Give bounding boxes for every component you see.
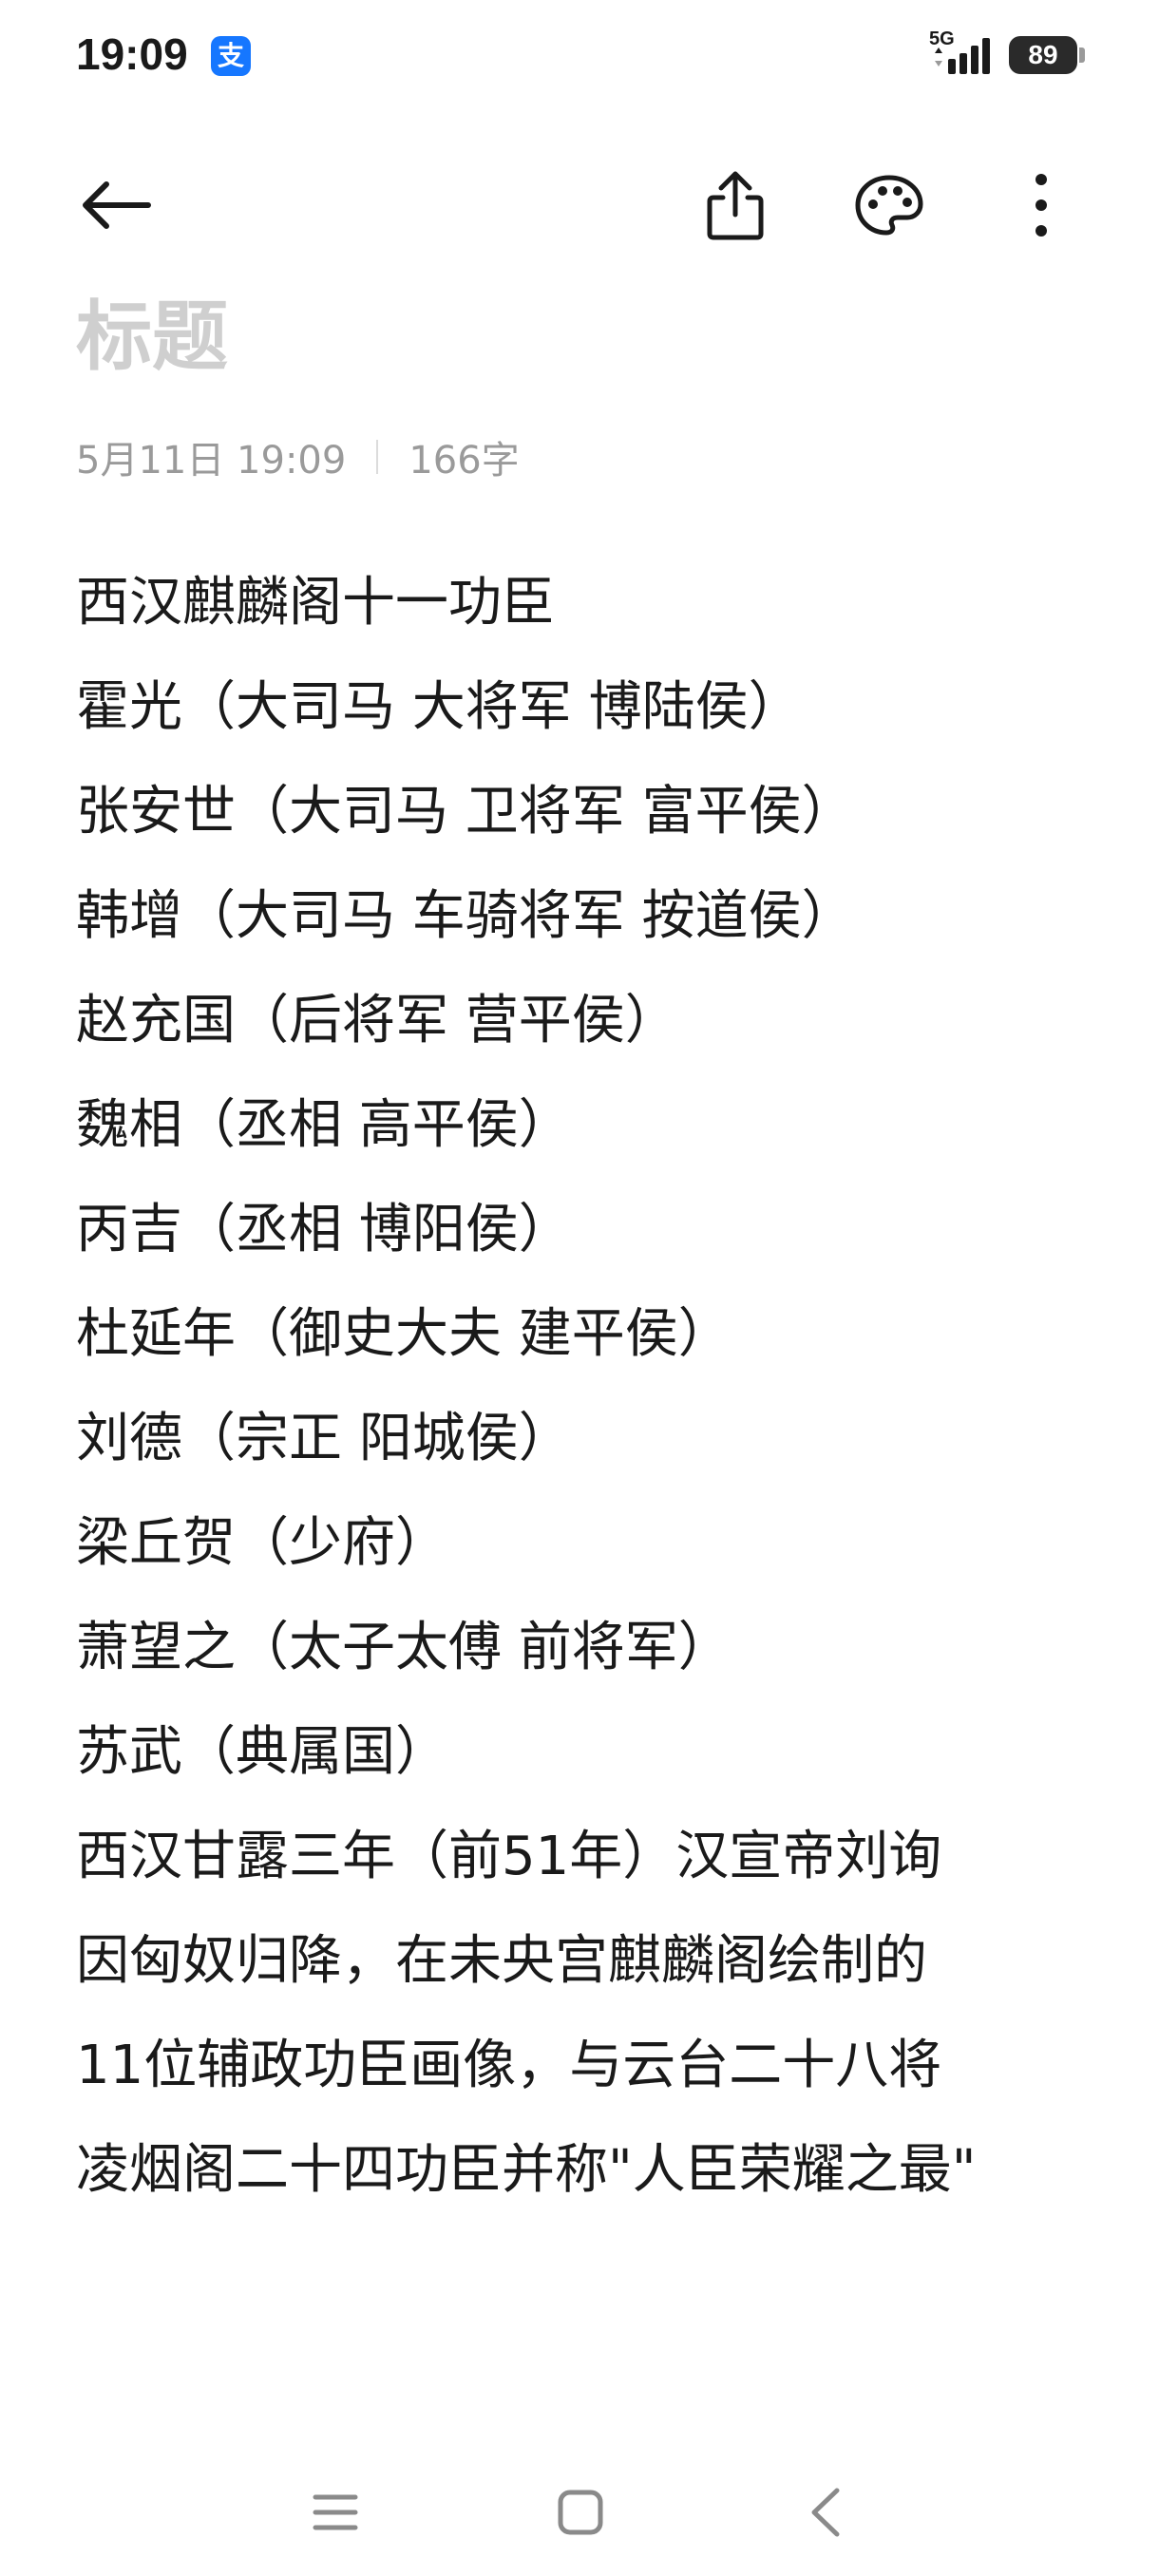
note-line: 凌烟阁二十四功臣并称"人臣荣耀之最" xyxy=(76,2139,977,2201)
share-icon xyxy=(707,171,764,240)
more-vertical-icon xyxy=(1036,174,1047,237)
note-word-count: 166字 xyxy=(408,439,520,483)
note-line: 11位辅政功臣画像，与云台二十八将 xyxy=(76,2035,942,2096)
home-icon xyxy=(558,2490,603,2535)
alipay-icon: 支 xyxy=(211,36,251,76)
note-line: 张安世（大司马 卫将军 富平侯） xyxy=(76,781,855,843)
battery-tip xyxy=(1079,47,1085,63)
note-line: 杜延年（御史大夫 建平侯） xyxy=(76,1303,732,1365)
note-body-editor[interactable]: 西汉麒麟阁十一功臣 霍光（大司马 大将军 博陆侯） 张安世（大司马 卫将军 富平… xyxy=(76,551,1102,2223)
note-line: 霍光（大司马 大将军 博陆侯） xyxy=(76,676,802,738)
note-line: 丙吉（丞相 博阳侯） xyxy=(76,1199,572,1260)
note-line: 梁丘贺（少府） xyxy=(76,1512,448,1574)
meta-divider xyxy=(376,440,379,474)
system-nav-bar xyxy=(0,2451,1159,2576)
battery-indicator: 89 xyxy=(1009,36,1077,74)
note-line: 因匈奴归降，在未央宫麒麟阁绘制的 xyxy=(76,1930,927,1992)
notes-screen: 19:09 支 5G 89 标题 5月11日 19:09 166字 西汉麒麟阁十… xyxy=(0,0,1159,2576)
theme-button[interactable] xyxy=(842,158,937,253)
note-line: 韩增（大司马 车骑将军 按道侯） xyxy=(76,885,855,947)
status-time: 19:09 xyxy=(76,29,188,79)
arrow-left-icon xyxy=(83,181,151,229)
note-line: 苏武（典属国） xyxy=(76,1721,448,1783)
signal-icon xyxy=(935,38,990,74)
note-line: 萧望之（太子太傅 前将军） xyxy=(76,1617,732,1678)
note-line: 赵充国（后将军 营平侯） xyxy=(76,990,678,1051)
note-line: 西汉麒麟阁十一功臣 xyxy=(76,572,555,634)
nav-back-icon xyxy=(811,2488,840,2537)
home-button[interactable] xyxy=(528,2460,633,2565)
more-options-button[interactable] xyxy=(994,158,1089,253)
note-toolbar xyxy=(0,152,1159,266)
system-back-button[interactable] xyxy=(773,2460,878,2565)
status-bar: 19:09 支 5G 89 xyxy=(0,0,1159,114)
note-line: 西汉甘露三年（前51年）汉宣帝刘询 xyxy=(76,1826,942,1887)
menu-icon xyxy=(313,2494,358,2530)
back-button[interactable] xyxy=(68,158,163,253)
recents-button[interactable] xyxy=(283,2460,388,2565)
palette-icon xyxy=(855,175,923,236)
note-date: 5月11日 19:09 xyxy=(76,439,347,483)
note-line: 魏相（丞相 高平侯） xyxy=(76,1094,572,1156)
share-button[interactable] xyxy=(688,158,783,253)
note-line: 刘德（宗正 阳城侯） xyxy=(76,1408,572,1469)
note-meta: 5月11日 19:09 166字 xyxy=(76,433,520,483)
note-title-input[interactable]: 标题 xyxy=(76,275,228,386)
